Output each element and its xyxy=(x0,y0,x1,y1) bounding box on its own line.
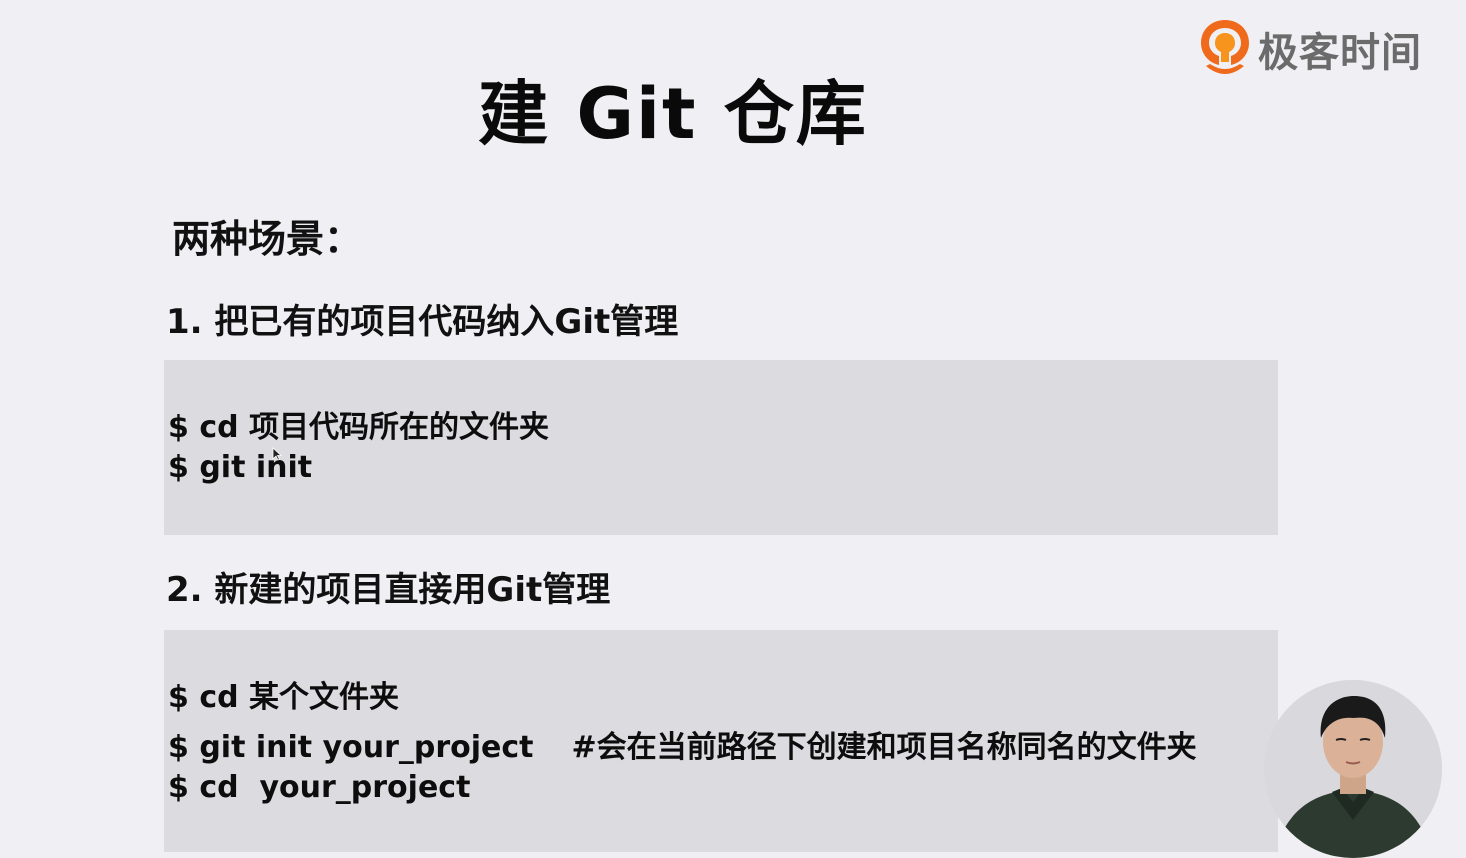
code-command: $ git init your_project xyxy=(168,730,534,765)
code-line: $ git init xyxy=(168,450,313,485)
code-line-with-comment: $ git init your_project #会在当前路径下创建和项目名称同名… xyxy=(168,722,1197,766)
code-line: $ cd 某个文件夹 xyxy=(168,680,400,715)
code-line: $ cd 项目代码所在的文件夹 xyxy=(168,410,550,445)
scenes-heading: 两种场景： xyxy=(172,217,363,261)
section-1-heading: 1. 把已有的项目代码纳入Git管理 xyxy=(166,302,679,342)
code-comment: #会在当前路径下创建和项目名称同名的文件夹 xyxy=(571,730,1197,765)
code-block-1: $ cd 项目代码所在的文件夹 $ git init xyxy=(164,360,1278,535)
section-2-heading: 2. 新建的项目直接用Git管理 xyxy=(166,570,611,610)
code-block-2: $ cd 某个文件夹 $ git init your_project #会在当前路… xyxy=(164,630,1278,852)
slide-title: 建 Git 仓库 xyxy=(478,73,868,155)
mouse-pointer-icon xyxy=(272,447,282,461)
presenter-figure xyxy=(1264,680,1442,858)
presenter-video-thumbnail xyxy=(1264,680,1442,858)
code-line: $ cd your_project xyxy=(168,770,471,805)
